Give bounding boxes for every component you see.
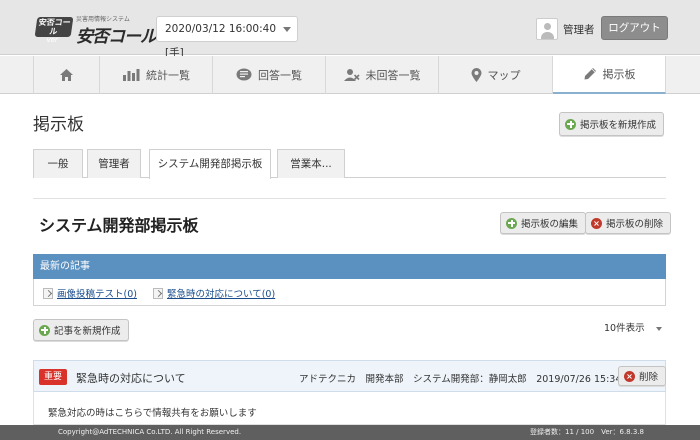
latest-articles-list: 画像投稿テスト(0) 緊急時の対応について(0) — [33, 279, 666, 306]
latest-articles-header: 最新の記事 — [33, 254, 666, 279]
article-text: 緊急対応の時はこちらで情報共有をお願いします — [48, 408, 257, 419]
delete-board-button[interactable]: × 掲示板の削除 — [585, 212, 672, 234]
user-x-icon — [343, 69, 360, 81]
chevron-down-icon — [656, 327, 662, 331]
chevron-right-icon — [153, 287, 163, 299]
delete-article-button[interactable]: × 削除 — [618, 366, 667, 386]
article-meta: アドテクニカ 開発本部 システム開発部：静岡太郎 2019/07/26 15:3… — [299, 374, 637, 385]
create-board-button[interactable]: 掲示板を新規作成 — [559, 112, 665, 136]
close-icon: × — [591, 217, 602, 229]
nav-label: マップ — [487, 69, 521, 82]
latest-article-link[interactable]: 画像投稿テスト(0) — [43, 286, 137, 300]
logo-badge: 安否コール ver — [34, 17, 74, 44]
main-nav: 統計一覧 回答一覧 未回答一覧 マップ 掲示板 — [0, 56, 700, 94]
important-badge: 重要 — [39, 369, 68, 385]
edit-board-button[interactable]: 掲示板の編集 — [500, 212, 587, 234]
chevron-right-icon — [43, 287, 53, 299]
nav-label: 掲示板 — [602, 68, 636, 81]
footer: Copyright@AdTECHNICA Co.LTD. All Right R… — [0, 425, 700, 440]
nav-map[interactable]: マップ — [439, 56, 553, 94]
datetime-select[interactable]: 2020/03/12 16:00:40 [手] — [156, 16, 298, 59]
registration-info: 登録者数：11 / 100 Ver：6.8.3.8 — [530, 428, 644, 436]
nav-home[interactable] — [34, 56, 100, 94]
map-pin-icon — [471, 68, 481, 82]
latest-article-link[interactable]: 緊急時の対応について(0) — [153, 286, 275, 300]
nav-bulletin-board[interactable]: 掲示板 — [553, 56, 666, 94]
create-article-button[interactable]: 記事を新規作成 — [33, 319, 129, 341]
nav-statistics[interactable]: 統計一覧 — [100, 56, 213, 94]
nav-label: 未回答一覧 — [365, 69, 421, 82]
app-header: 安否コール ver 災害用情報システム 安否コール 2020/03/12 16:… — [0, 0, 700, 59]
pencil-icon — [584, 68, 596, 80]
logout-button[interactable]: ログアウト — [601, 16, 668, 40]
logo-text: 安否コール — [76, 27, 157, 47]
app-logo[interactable]: 安否コール ver 災害用情報システム 安否コール — [34, 14, 157, 47]
avatar-icon — [536, 18, 558, 40]
board-tabs: 一般 管理者 システム開発部掲示板 営業本... — [33, 149, 666, 179]
chat-icon — [236, 68, 252, 81]
nav-label: 回答一覧 — [258, 69, 302, 82]
nav-tabs: 統計一覧 回答一覧 未回答一覧 マップ 掲示板 — [33, 56, 666, 94]
chevron-down-icon — [283, 27, 291, 32]
nav-answers[interactable]: 回答一覧 — [213, 56, 326, 94]
user-name: 管理者 — [563, 23, 595, 36]
tab-admin[interactable]: 管理者 — [87, 149, 141, 178]
page-title: 掲示板 — [33, 115, 84, 135]
datetime-value: 2020/03/12 16:00:40 [手] — [165, 23, 277, 59]
tab-system-dev[interactable]: システム開発部掲示板 — [149, 149, 271, 179]
article-header[interactable]: 重要 緊急時の対応について アドテクニカ 開発本部 システム開発部：静岡太郎 2… — [33, 360, 667, 392]
plus-icon — [39, 324, 50, 336]
bar-chart-icon — [123, 69, 140, 81]
plus-icon — [506, 217, 517, 229]
tab-general[interactable]: 一般 — [33, 149, 83, 178]
article-body: 緊急対応の時はこちらで情報共有をお願いします — [33, 392, 666, 425]
article-title[interactable]: 緊急時の対応について — [76, 370, 186, 386]
plus-icon — [565, 118, 576, 130]
per-page-select[interactable]: 10件表示 — [600, 318, 666, 340]
board-title: システム開発部掲示板 — [39, 216, 199, 235]
nav-unanswered[interactable]: 未回答一覧 — [326, 56, 439, 94]
close-icon: × — [624, 370, 635, 382]
divider — [33, 198, 666, 199]
tab-sales[interactable]: 営業本... — [277, 149, 345, 178]
home-icon — [60, 69, 73, 81]
copyright: Copyright@AdTECHNICA Co.LTD. All Right R… — [58, 428, 242, 436]
user-info[interactable]: 管理者 — [536, 16, 595, 42]
nav-label: 統計一覧 — [146, 69, 190, 82]
